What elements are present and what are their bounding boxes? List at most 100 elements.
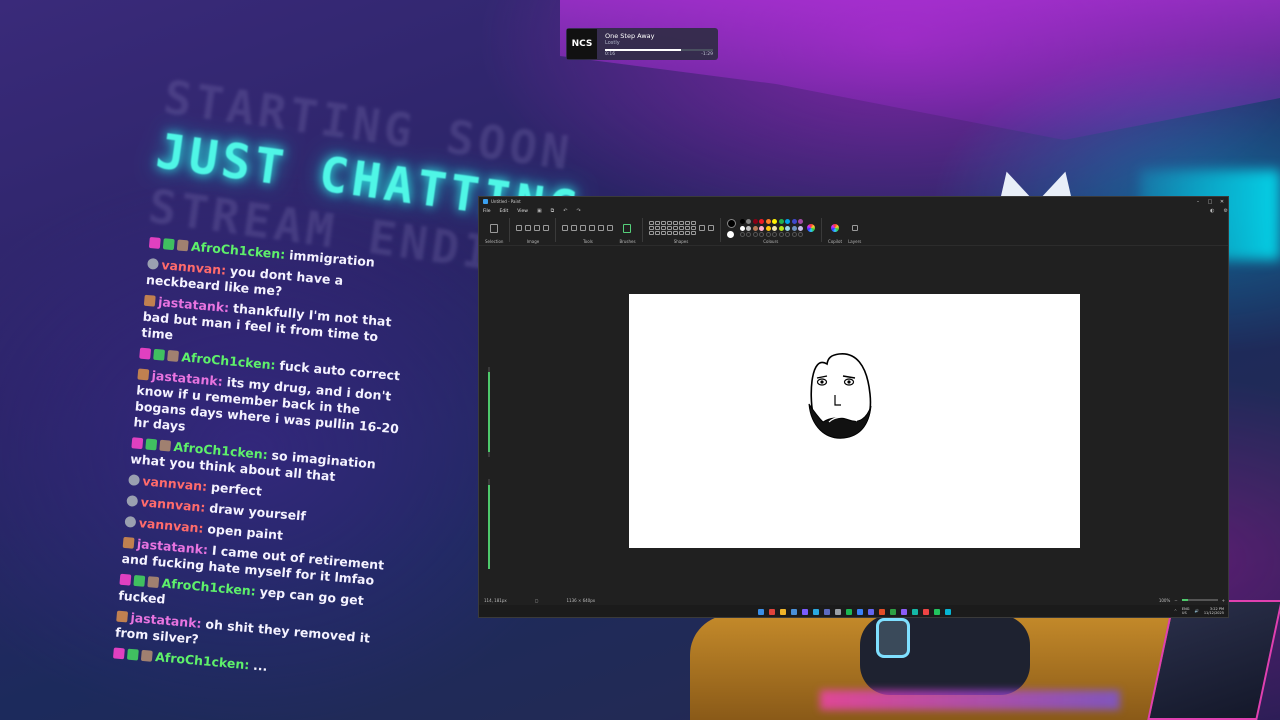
brush-icon[interactable] [623,223,632,233]
magnifier-icon[interactable] [607,225,614,231]
zoom-out-icon[interactable]: − [1174,598,1177,603]
volume-icon[interactable]: 🔊 [1194,609,1198,613]
color-swatch[interactable] [752,225,758,231]
color-picker-icon[interactable] [598,225,605,231]
taskbar-clock[interactable]: 3:22 PM 11/12/2025 [1204,607,1224,615]
primary-color-swatch[interactable] [726,218,736,228]
layers-icon[interactable] [851,225,858,231]
color-swatch[interactable] [759,232,765,237]
color-swatch[interactable] [759,219,765,224]
text-icon[interactable] [580,225,587,231]
menu-edit[interactable]: Edit [500,209,509,214]
taskbar-app-icon[interactable] [758,609,764,615]
menu-view[interactable]: View [517,209,528,214]
ribbon-group-brushes: Brushes [619,218,636,244]
taskbar-app-icon[interactable] [780,609,786,615]
taskbar-app-icon[interactable] [890,609,896,615]
color-swatch[interactable] [785,225,791,231]
paint-window[interactable]: Untitled - Paint – □ ✕ File Edit View ▣ … [478,196,1229,618]
color-swatch[interactable] [791,232,797,237]
color-swatch[interactable] [798,225,804,231]
taskbar-app-icon[interactable] [923,609,929,615]
redo-icon[interactable]: ↷ [576,208,580,214]
color-swatch[interactable] [752,219,758,224]
taskbar-app-icon[interactable] [879,609,885,615]
taskbar-app-icon[interactable] [835,609,841,615]
color-swatch[interactable] [765,219,771,224]
canvas-area[interactable] [479,247,1228,597]
color-swatch[interactable] [772,232,778,237]
color-swatch[interactable] [765,225,771,231]
menu-file[interactable]: File [483,209,491,214]
shape-fill-icon[interactable] [707,225,714,231]
outline-icon[interactable] [698,225,705,231]
paint-title: Untitled - Paint [491,199,521,204]
maximize-icon[interactable]: □ [1204,199,1216,205]
eraser-icon[interactable] [589,225,596,231]
color-swatch[interactable] [739,225,745,231]
minimize-icon[interactable]: – [1192,199,1204,205]
color-swatch[interactable] [791,219,797,224]
taskbar-app-icon[interactable] [802,609,808,615]
tray-chevron-icon[interactable]: ^ [1174,609,1177,613]
ribbon-group-image: Image [516,218,550,244]
paint-titlebar[interactable]: Untitled - Paint – □ ✕ [479,197,1228,206]
color-swatch[interactable] [791,225,797,231]
language-indicator[interactable]: ENG US [1182,607,1190,615]
zoom-slider[interactable] [1181,599,1218,601]
close-icon[interactable]: ✕ [1216,199,1228,205]
selection-tool-icon[interactable] [490,223,499,233]
color-swatch[interactable] [785,219,791,224]
zoom-in-icon[interactable]: + [1222,598,1225,603]
taskbar-app-icon[interactable] [846,609,852,615]
lego-badge-icon [116,610,129,623]
face-drawing [808,353,872,439]
color-swatch[interactable] [778,225,784,231]
taskbar-app-icon[interactable] [791,609,797,615]
color-swatch[interactable] [746,232,752,237]
color-swatch[interactable] [746,219,752,224]
color-swatch[interactable] [798,219,804,224]
color-swatch[interactable] [739,232,745,237]
resize-icon[interactable] [525,225,532,231]
taskbar-app-icon[interactable] [857,609,863,615]
taskbar-app-icon[interactable] [945,609,951,615]
color-swatch[interactable] [746,225,752,231]
color-swatch[interactable] [778,232,784,237]
shapes-gallery[interactable] [648,221,696,235]
drawing-canvas[interactable] [629,294,1080,548]
color-swatch[interactable] [785,232,791,237]
copilot-icon[interactable] [831,224,840,232]
color-swatch[interactable] [772,219,778,224]
taskbar-app-icon[interactable] [901,609,907,615]
undo-icon[interactable]: ↶ [563,208,567,214]
rotate-icon[interactable] [534,225,541,231]
taskbar-app-icon[interactable] [912,609,918,615]
edit-colors-icon[interactable] [807,224,816,232]
color-swatch[interactable] [739,219,745,224]
share-icon[interactable]: ⧉ [551,208,555,214]
settings-icon[interactable]: ⚙ [1224,208,1228,214]
save-icon[interactable]: ▣ [537,208,542,214]
zoom-control[interactable]: 100% − + [1159,598,1225,603]
chat-username: vannvan: [140,494,207,515]
taskbar-app-icon[interactable] [813,609,819,615]
color-swatch[interactable] [778,219,784,224]
taskbar-app-icon[interactable] [824,609,830,615]
fill-icon[interactable] [571,225,578,231]
color-swatch[interactable] [759,225,765,231]
taskbar-app-icon[interactable] [769,609,775,615]
color-swatch[interactable] [798,232,804,237]
taskbar-app-icon[interactable] [868,609,874,615]
taskbar-app-icon[interactable] [934,609,940,615]
pencil-icon[interactable] [562,225,569,231]
color-swatch[interactable] [765,232,771,237]
image-select-icon[interactable] [543,225,550,231]
crop-icon[interactable] [516,225,523,231]
color-swatch[interactable] [752,232,758,237]
color-swatch[interactable] [772,225,778,231]
secondary-color-swatch[interactable] [726,230,734,238]
account-icon[interactable]: ◐ [1210,208,1214,214]
brush-size-slider[interactable] [487,367,491,587]
color-palette[interactable] [739,219,804,237]
